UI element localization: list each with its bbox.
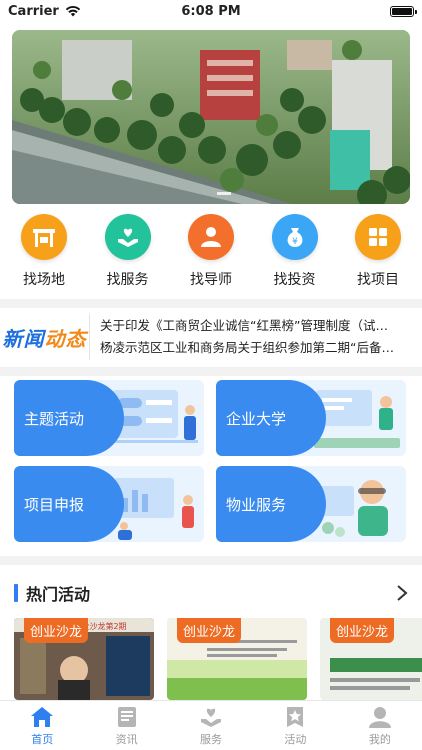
status-time: 6:08 PM	[181, 3, 241, 19]
quick-entry-venue[interactable]: 找场地	[12, 214, 76, 294]
section-divider	[0, 367, 422, 376]
mentor-icon	[188, 214, 234, 260]
card-label: 物业服务	[216, 466, 326, 542]
activity-card[interactable]: 杨凌创新创业沙龙第2期 创业沙龙	[14, 618, 154, 700]
news-logo-part2: 动态	[44, 326, 87, 351]
quick-entry-label: 找场地	[23, 272, 65, 288]
news-list: 关于印发《工商贸企业诚信“红黑榜”管理制度（试行）》的通知 杨凌示范区工业和商务…	[90, 315, 422, 359]
service-icon	[201, 708, 222, 727]
hot-activities-header: 热门活动	[0, 577, 422, 609]
bottom-tab-bar: 首页 资讯 服务 活动 我的	[0, 700, 422, 750]
quick-entry-project[interactable]: 找项目	[346, 214, 410, 294]
tab-label: 服务	[200, 732, 223, 746]
battery-icon	[390, 5, 417, 17]
card-project-application[interactable]: 项目申报	[14, 466, 204, 542]
quick-entry-mentor[interactable]: 找导师	[179, 214, 243, 294]
tab-profile[interactable]: 我的	[338, 701, 422, 750]
section-divider	[0, 556, 422, 565]
quick-entry-label: 找导师	[190, 272, 232, 288]
grid-icon	[355, 214, 401, 260]
user-icon	[368, 706, 391, 728]
hot-activities-list: 杨凌创新创业沙龙第2期 创业沙龙 创业沙龙 创业沙龙	[14, 618, 422, 700]
tab-service[interactable]: 服务	[169, 701, 253, 750]
card-enterprise-university[interactable]: 企业大学	[216, 380, 406, 456]
quick-entry-label: 找项目	[357, 272, 399, 288]
section-marker	[14, 584, 18, 602]
tab-label: 资讯	[115, 732, 138, 746]
carrier-label: Carrier	[8, 3, 59, 19]
tab-label: 我的	[368, 732, 391, 746]
chevron-right-icon[interactable]	[396, 584, 408, 602]
heart-hand-icon	[104, 214, 151, 260]
news-ticker[interactable]: 新闻动态 关于印发《工商贸企业诚信“红黑榜”管理制度（试行）》的通知 杨凌示范区…	[0, 309, 422, 365]
quick-entry-row: 找场地 找服务 找导师 ¥ 找投资 找项目	[0, 214, 422, 294]
banner-carousel[interactable]	[12, 30, 410, 204]
money-bag-icon: ¥	[271, 214, 318, 260]
wifi-icon	[65, 5, 81, 17]
news-icon	[117, 706, 136, 727]
home-icon	[31, 706, 54, 727]
activity-card[interactable]: 创业沙龙	[320, 618, 422, 700]
quick-entry-service[interactable]: 找服务	[96, 214, 160, 294]
card-label: 主题活动	[14, 380, 124, 456]
star-icon	[287, 706, 304, 727]
card-label: 企业大学	[216, 380, 326, 456]
card-property-service[interactable]: 物业服务	[216, 466, 406, 542]
news-logo-part1: 新闻	[2, 326, 45, 351]
card-label: 项目申报	[14, 466, 124, 542]
quick-entry-investment[interactable]: ¥ 找投资	[263, 214, 327, 294]
svg-text:¥: ¥	[292, 237, 298, 247]
news-logo: 新闻 动态	[0, 314, 90, 360]
status-bar: Carrier 6:08 PM	[0, 0, 422, 22]
tab-home[interactable]: 首页	[0, 701, 84, 750]
activity-badge: 创业沙龙	[330, 618, 395, 643]
news-item[interactable]: 关于印发《工商贸企业诚信“红黑榜”管理制度（试行）》的通知	[100, 315, 400, 337]
venue-icon	[21, 214, 67, 260]
tab-activity[interactable]: 活动	[253, 701, 337, 750]
tab-label: 活动	[284, 732, 307, 746]
tab-news[interactable]: 资讯	[84, 701, 168, 750]
hot-activities-title: 热门活动	[26, 585, 91, 604]
campus-aerial-image	[12, 30, 410, 204]
card-theme-activity[interactable]: 主题活动	[14, 380, 204, 456]
tab-label: 首页	[31, 732, 54, 746]
activity-badge: 创业沙龙	[177, 618, 242, 643]
activity-badge: 创业沙龙	[24, 618, 89, 643]
news-item[interactable]: 杨凌示范区工业和商务局关于组织参加第二期“后备上市企业”培训的通知	[100, 337, 400, 359]
quick-entry-label: 找投资	[273, 272, 316, 288]
section-divider	[0, 299, 422, 308]
activity-card[interactable]: 创业沙龙	[167, 618, 307, 700]
quick-entry-label: 找服务	[106, 272, 149, 288]
